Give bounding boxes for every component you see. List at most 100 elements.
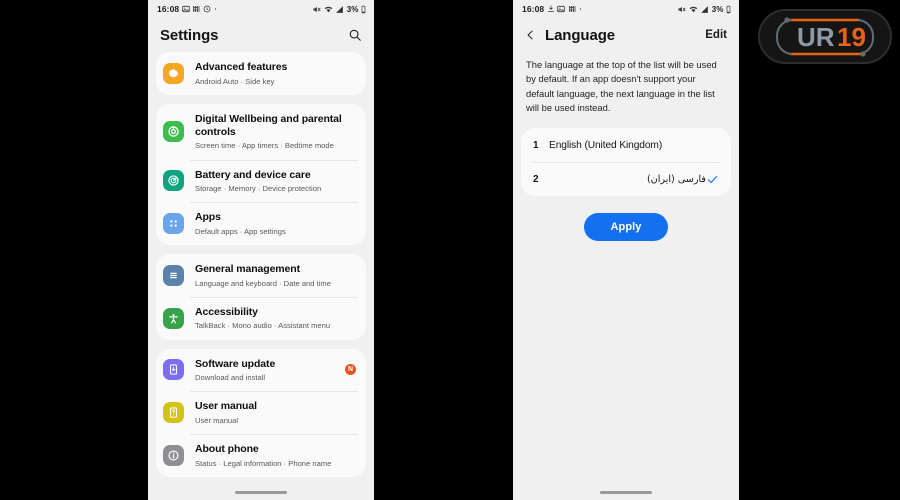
settings-group: Advanced features Android Auto · Side ke… [156, 52, 366, 95]
mute-icon [678, 6, 686, 12]
settings-row-text: Software update Download and install [195, 358, 339, 383]
settings-row-title: Advanced features [195, 61, 288, 73]
language-list: 1 English (United Kingdom) 2 فارسی (ایرا… [521, 128, 731, 197]
settings-group: Software update Download and install N U… [156, 348, 366, 477]
settings-phone-panel: 16:08 3% Settings Advanced features Andr… [148, 0, 374, 500]
settings-header: Settings [148, 18, 374, 52]
page-title: Language [545, 26, 616, 44]
settings-row-accessibility[interactable]: Accessibility TalkBack · Mono audio · As… [156, 296, 366, 340]
advanced-features-icon [163, 62, 184, 84]
battery-icon [726, 5, 731, 13]
battery-percentage: 3% [711, 4, 724, 14]
about-phone-icon [163, 444, 184, 466]
settings-row-digital-wellbeing[interactable]: Digital Wellbeing and parental controls … [156, 104, 366, 160]
wifi-icon [689, 6, 697, 12]
apply-button-container: Apply [513, 213, 739, 242]
language-name: English (United Kingdom) [549, 139, 663, 151]
language-header: Language Edit [513, 18, 739, 52]
language-row-persian[interactable]: 2 فارسی (ایران) [521, 162, 731, 196]
settings-group: Digital Wellbeing and parental controls … [156, 103, 366, 246]
settings-row-text: Digital Wellbeing and parental controls … [195, 113, 356, 151]
settings-list[interactable]: Advanced features Android Auto · Side ke… [148, 52, 374, 500]
settings-row-text: Battery and device care Storage · Memory… [195, 169, 356, 194]
settings-row-subtitle: Status · Legal information · Phone name [195, 458, 332, 468]
status-bar-left: 16:08 3% [148, 0, 374, 18]
apps-icon [568, 6, 576, 12]
status-time: 16:08 [522, 4, 545, 14]
settings-group: General management Language and keyboard… [156, 254, 366, 340]
general-management-icon [163, 264, 184, 286]
settings-row-subtitle: User manual [195, 415, 239, 425]
settings-row-title: User manual [195, 400, 257, 413]
signal-icon [336, 5, 344, 13]
home-indicator[interactable] [600, 491, 652, 494]
software-update-icon [163, 359, 184, 381]
battery-icon [361, 5, 366, 13]
settings-row-software-update[interactable]: Software update Download and install N [156, 349, 366, 392]
settings-row-apps[interactable]: Apps Default apps · App settings [156, 202, 366, 245]
settings-row-title: About phone [195, 443, 259, 455]
apps-grid-icon [163, 213, 184, 235]
signal-icon [701, 5, 709, 13]
status-time: 16:08 [157, 4, 180, 14]
settings-row-title: General management [195, 263, 300, 276]
edit-button[interactable]: Edit [705, 29, 727, 41]
settings-row-subtitle: Download and install [195, 373, 266, 383]
settings-row-subtitle: Default apps · App settings [195, 226, 286, 236]
settings-row-subtitle: TalkBack · Mono audio · Assistant menu [195, 321, 331, 331]
screenshot-stage: 16:08 3% Settings Advanced features Andr… [0, 0, 900, 500]
status-bar-right: 16:08 3% [513, 0, 739, 18]
status-bar-right-cluster: 3% [677, 5, 731, 14]
battery-percentage: 3% [346, 4, 359, 14]
user-manual-icon [163, 402, 184, 424]
settings-row-title: Digital Wellbeing and parental controls [195, 112, 342, 138]
language-description: The language at the top of the list will… [526, 59, 717, 113]
language-order-number: 1 [533, 139, 539, 151]
settings-row-subtitle: Android Auto · Side key [195, 76, 275, 86]
settings-row-text: Accessibility TalkBack · Mono audio · As… [195, 306, 356, 331]
settings-row-user-manual[interactable]: User manual User manual [156, 391, 366, 434]
apps-icon [193, 6, 200, 12]
dot-icon [215, 8, 217, 10]
settings-row-advanced-features[interactable]: Advanced features Android Auto · Side ke… [156, 52, 366, 95]
settings-row-text: Advanced features Android Auto · Side ke… [195, 61, 356, 86]
watermark-text-primary: UR [797, 22, 835, 52]
status-badge: N [345, 364, 356, 376]
settings-row-text: Apps Default apps · App settings [195, 211, 356, 236]
chevron-left-icon[interactable] [525, 28, 536, 42]
status-bar-left-cluster: 16:08 [522, 4, 583, 14]
check-icon [706, 173, 719, 186]
settings-row-general-management[interactable]: General management Language and keyboard… [156, 254, 366, 297]
search-icon[interactable] [348, 28, 362, 42]
settings-row-text: General management Language and keyboard… [195, 263, 356, 288]
mute-icon [313, 6, 321, 12]
settings-row-title: Apps [195, 211, 221, 224]
settings-row-text: User manual User manual [195, 400, 356, 425]
dot-icon [580, 8, 582, 10]
accessibility-icon [163, 307, 184, 329]
watermark-logo: UR 19 [758, 9, 892, 64]
settings-row-text: About phone Status · Legal information ·… [195, 443, 356, 468]
language-name: فارسی (ایران) [646, 173, 706, 185]
download-icon [547, 5, 554, 12]
settings-row-subtitle: Language and keyboard · Date and time [195, 278, 331, 288]
gallery-icon [557, 5, 565, 13]
settings-row-subtitle: Screen time · App timers · Bedtime mode [195, 141, 334, 151]
digital-wellbeing-icon [163, 121, 184, 143]
settings-row-title: Battery and device care [195, 168, 311, 181]
wifi-icon [324, 6, 332, 12]
language-row-english[interactable]: 1 English (United Kingdom) [521, 128, 731, 162]
gallery-icon [182, 5, 190, 13]
status-bar-left-cluster: 16:08 [157, 4, 218, 14]
battery-device-care-icon [163, 170, 184, 192]
language-order-number: 2 [533, 173, 539, 185]
home-indicator[interactable] [235, 491, 287, 494]
settings-row-title: Software update [195, 357, 276, 370]
settings-row-title: Accessibility [195, 305, 258, 318]
settings-row-about-phone[interactable]: About phone Status · Legal information ·… [156, 434, 366, 477]
apply-button[interactable]: Apply [584, 213, 668, 242]
language-phone-panel: 16:08 3% Language Edit The language at t… [513, 0, 739, 500]
settings-row-battery-device-care[interactable]: Battery and device care Storage · Memory… [156, 159, 366, 203]
clock-icon [203, 5, 211, 13]
status-bar-right-cluster: 3% [312, 5, 366, 14]
